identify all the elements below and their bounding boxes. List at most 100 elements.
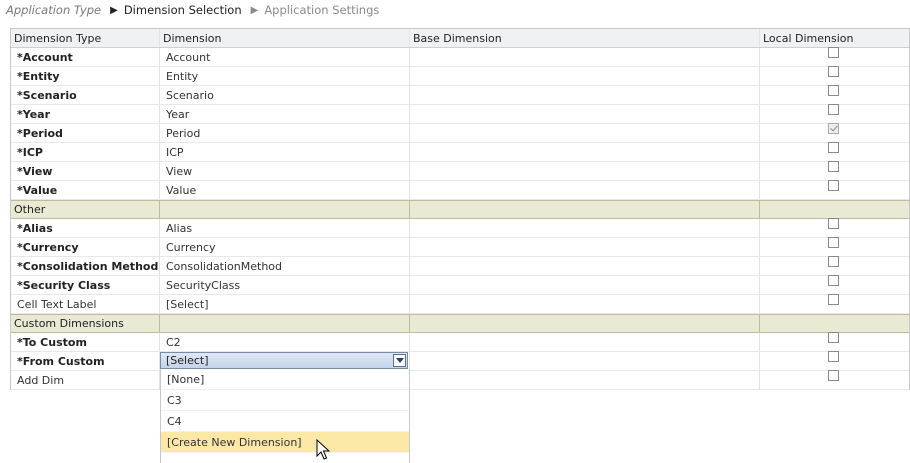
local-dimension-checkbox[interactable] bbox=[828, 351, 839, 362]
dropdown-option[interactable]: [None] bbox=[161, 369, 409, 390]
local-dimension-checkbox[interactable] bbox=[828, 180, 839, 191]
table-row[interactable]: *Scenario Scenario bbox=[11, 85, 909, 105]
local-dimension-checkbox[interactable] bbox=[828, 370, 839, 381]
local-dimension-cell bbox=[760, 66, 909, 85]
dimension-type-cell: *Year bbox=[11, 105, 160, 123]
dimension-cell[interactable]: SecurityClass bbox=[160, 276, 410, 294]
base-dimension-cell[interactable] bbox=[410, 276, 760, 294]
base-dimension-cell[interactable] bbox=[410, 124, 760, 142]
dimension-cell[interactable]: Account bbox=[160, 48, 410, 66]
base-dimension-cell[interactable] bbox=[410, 371, 760, 389]
dimension-type-cell: *Scenario bbox=[11, 86, 160, 104]
local-dimension-checkbox[interactable] bbox=[828, 85, 839, 96]
dimension-cell[interactable]: Currency bbox=[160, 238, 410, 256]
base-dimension-cell[interactable] bbox=[410, 295, 760, 313]
add-dim-select[interactable]: [Select] bbox=[160, 352, 408, 369]
dimension-type-cell: *Alias bbox=[11, 219, 160, 237]
base-dimension-cell[interactable] bbox=[410, 257, 760, 275]
base-dimension-cell[interactable] bbox=[410, 105, 760, 123]
local-dimension-cell bbox=[760, 351, 909, 370]
table-row[interactable]: Add Dim bbox=[11, 370, 909, 390]
column-header-dimension-type[interactable]: Dimension Type bbox=[11, 29, 160, 47]
local-dimension-cell bbox=[760, 104, 909, 123]
breadcrumb-separator-icon: ▶ bbox=[110, 4, 118, 16]
local-dimension-checkbox[interactable] bbox=[828, 123, 839, 134]
local-dimension-cell bbox=[760, 180, 909, 199]
local-dimension-checkbox[interactable] bbox=[828, 275, 839, 286]
dimension-cell[interactable]: C2 bbox=[160, 333, 410, 351]
base-dimension-cell[interactable] bbox=[410, 48, 760, 66]
table-row[interactable]: *Value Value bbox=[11, 180, 909, 200]
table-row[interactable]: *Entity Entity bbox=[11, 66, 909, 86]
local-dimension-cell bbox=[760, 332, 909, 351]
column-header-dimension[interactable]: Dimension bbox=[160, 29, 410, 47]
base-dimension-cell[interactable] bbox=[410, 67, 760, 85]
base-dimension-cell[interactable] bbox=[410, 162, 760, 180]
dimension-cell[interactable]: ICP bbox=[160, 143, 410, 161]
column-header-local-dimension[interactable]: Local Dimension bbox=[760, 29, 909, 47]
dimension-cell[interactable]: Value bbox=[160, 181, 410, 199]
dimension-cell[interactable]: Period bbox=[160, 124, 410, 142]
base-dimension-cell[interactable] bbox=[410, 86, 760, 104]
local-dimension-cell bbox=[760, 142, 909, 161]
base-dimension-cell[interactable] bbox=[410, 238, 760, 256]
dimension-type-cell: *From Custom bbox=[11, 352, 160, 370]
base-dimension-cell[interactable] bbox=[410, 219, 760, 237]
dropdown-option[interactable]: C4 bbox=[161, 411, 409, 432]
local-dimension-checkbox[interactable] bbox=[828, 161, 839, 172]
local-dimension-checkbox[interactable] bbox=[828, 294, 839, 305]
local-dimension-cell bbox=[760, 370, 909, 389]
table-row[interactable]: *From CustomC1 bbox=[11, 351, 909, 371]
dimension-cell[interactable]: Year bbox=[160, 105, 410, 123]
dropdown-option[interactable]: [Create New Dimension] bbox=[161, 432, 409, 453]
base-dimension-cell[interactable] bbox=[410, 333, 760, 351]
dimension-type-cell: Cell Text Label bbox=[11, 295, 160, 313]
dimension-cell[interactable]: ConsolidationMethod bbox=[160, 257, 410, 275]
dimension-type-cell: *Security Class bbox=[11, 276, 160, 294]
base-dimension-cell[interactable] bbox=[410, 143, 760, 161]
dropdown-arrow-button[interactable] bbox=[393, 354, 406, 367]
local-dimension-checkbox[interactable] bbox=[828, 66, 839, 77]
table-row[interactable]: *Period Period bbox=[11, 123, 909, 143]
table-row[interactable]: *Year Year bbox=[11, 104, 909, 124]
dimension-cell[interactable]: Scenario bbox=[160, 86, 410, 104]
dimension-cell[interactable]: Alias bbox=[160, 219, 410, 237]
table-row[interactable]: *Currency Currency bbox=[11, 237, 909, 257]
group-label: Custom Dimensions bbox=[11, 315, 160, 332]
local-dimension-checkbox[interactable] bbox=[828, 47, 839, 58]
base-dimension-cell[interactable] bbox=[410, 181, 760, 199]
local-dimension-cell bbox=[760, 161, 909, 180]
local-dimension-checkbox[interactable] bbox=[828, 256, 839, 267]
table-row[interactable]: *Account Account bbox=[11, 47, 909, 67]
table-row[interactable]: Cell Text Label [Select] bbox=[11, 294, 909, 314]
local-dimension-cell bbox=[760, 294, 909, 313]
add-dim-select-value: [Select] bbox=[166, 354, 209, 367]
table-row[interactable]: *Consolidation Method ConsolidationMethod bbox=[11, 256, 909, 276]
local-dimension-checkbox[interactable] bbox=[828, 104, 839, 115]
group-label: Other bbox=[11, 201, 160, 218]
dimension-cell[interactable]: Entity bbox=[160, 67, 410, 85]
base-dimension-cell[interactable] bbox=[410, 352, 760, 370]
local-dimension-cell bbox=[760, 47, 909, 66]
dimension-cell[interactable]: View bbox=[160, 162, 410, 180]
dimension-cell[interactable]: [Select] bbox=[160, 295, 410, 313]
dimension-type-cell: *Consolidation Method bbox=[11, 257, 160, 275]
dropdown-option[interactable]: C3 bbox=[161, 390, 409, 411]
chevron-down-icon bbox=[395, 358, 404, 363]
table-row[interactable]: *ICP ICP bbox=[11, 142, 909, 162]
group-cell bbox=[410, 201, 760, 218]
breadcrumb-separator-icon: ▶ bbox=[250, 4, 259, 16]
local-dimension-checkbox[interactable] bbox=[828, 237, 839, 248]
table-row[interactable]: *Alias Alias bbox=[11, 218, 909, 238]
breadcrumb-application-type[interactable]: Application Type bbox=[6, 3, 101, 17]
group-cell bbox=[160, 201, 410, 218]
column-header-base-dimension[interactable]: Base Dimension bbox=[410, 29, 760, 47]
local-dimension-checkbox[interactable] bbox=[828, 332, 839, 343]
dimension-type-cell: *Period bbox=[11, 124, 160, 142]
local-dimension-checkbox[interactable] bbox=[828, 218, 839, 229]
table-row[interactable]: *To Custom C2 bbox=[11, 332, 909, 352]
table-row[interactable]: *View View bbox=[11, 161, 909, 181]
local-dimension-checkbox[interactable] bbox=[828, 142, 839, 153]
table-row[interactable]: *Security Class SecurityClass bbox=[11, 275, 909, 295]
group-cell bbox=[410, 315, 760, 332]
